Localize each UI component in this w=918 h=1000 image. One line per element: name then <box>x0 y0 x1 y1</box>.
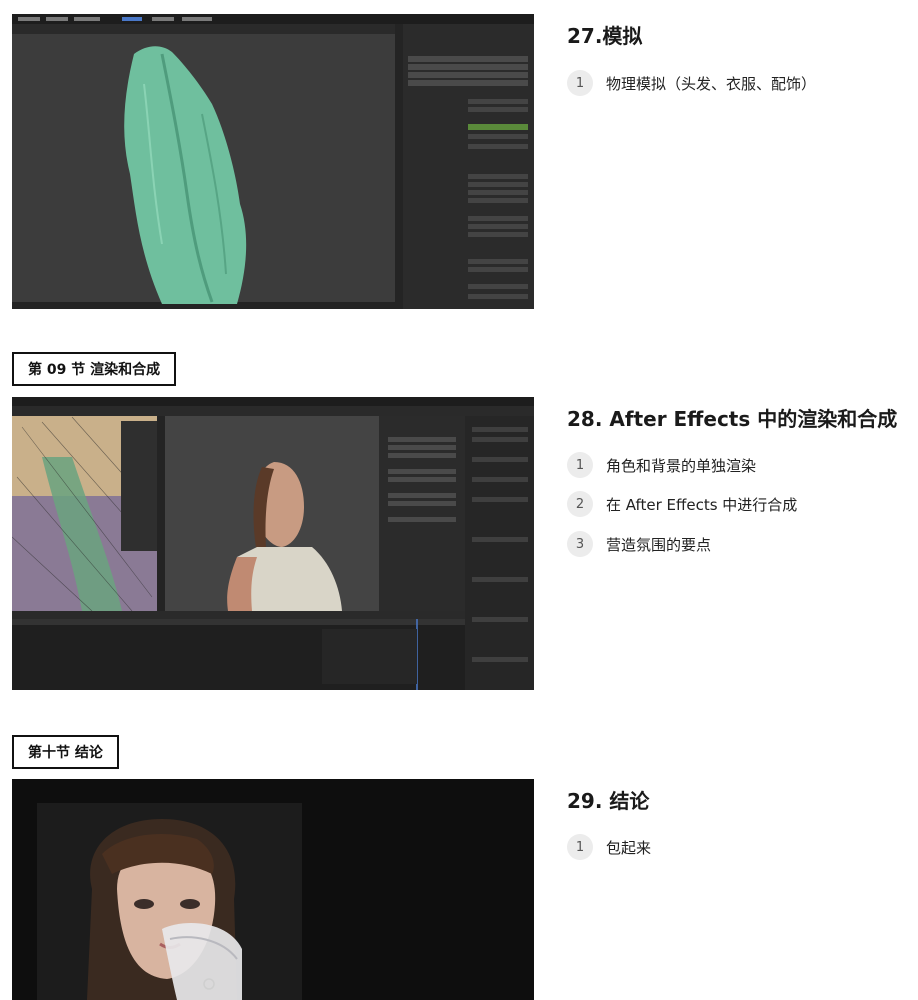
section-28-heading: 28. After Effects 中的渲染和合成 <box>567 407 898 431</box>
item-number-badge: 1 <box>567 834 593 860</box>
item-number-badge: 2 <box>567 491 593 517</box>
item-number-badge: 1 <box>567 452 593 478</box>
blender-cloth-simulation-screenshot <box>12 14 534 309</box>
final-render-image <box>12 779 534 1000</box>
list-item-text: 包起来 <box>606 838 652 857</box>
list-item: 2 在 After Effects 中进行合成 <box>567 491 797 517</box>
list-item: 1 物理模拟（头发、衣服、配饰） <box>567 70 816 96</box>
item-number-badge: 3 <box>567 531 593 557</box>
item-number-badge: 1 <box>567 70 593 96</box>
section-29-heading: 29. 结论 <box>567 789 650 813</box>
section-10-label: 第十节 结论 <box>12 735 119 769</box>
list-item-text: 在 After Effects 中进行合成 <box>606 495 798 514</box>
list-item-text: 角色和背景的单独渲染 <box>606 456 757 475</box>
list-item: 3 营造氛围的要点 <box>567 531 711 557</box>
section-09-label: 第 09 节 渲染和合成 <box>12 352 177 386</box>
list-item-text: 营造氛围的要点 <box>606 535 712 554</box>
section-27-heading: 27.模拟 <box>567 24 643 48</box>
list-item: 1 角色和背景的单独渲染 <box>567 452 756 478</box>
blender-render-screenshot <box>12 397 534 690</box>
list-item: 1 包起来 <box>567 834 651 860</box>
list-item-text: 物理模拟（头发、衣服、配饰） <box>606 74 817 93</box>
